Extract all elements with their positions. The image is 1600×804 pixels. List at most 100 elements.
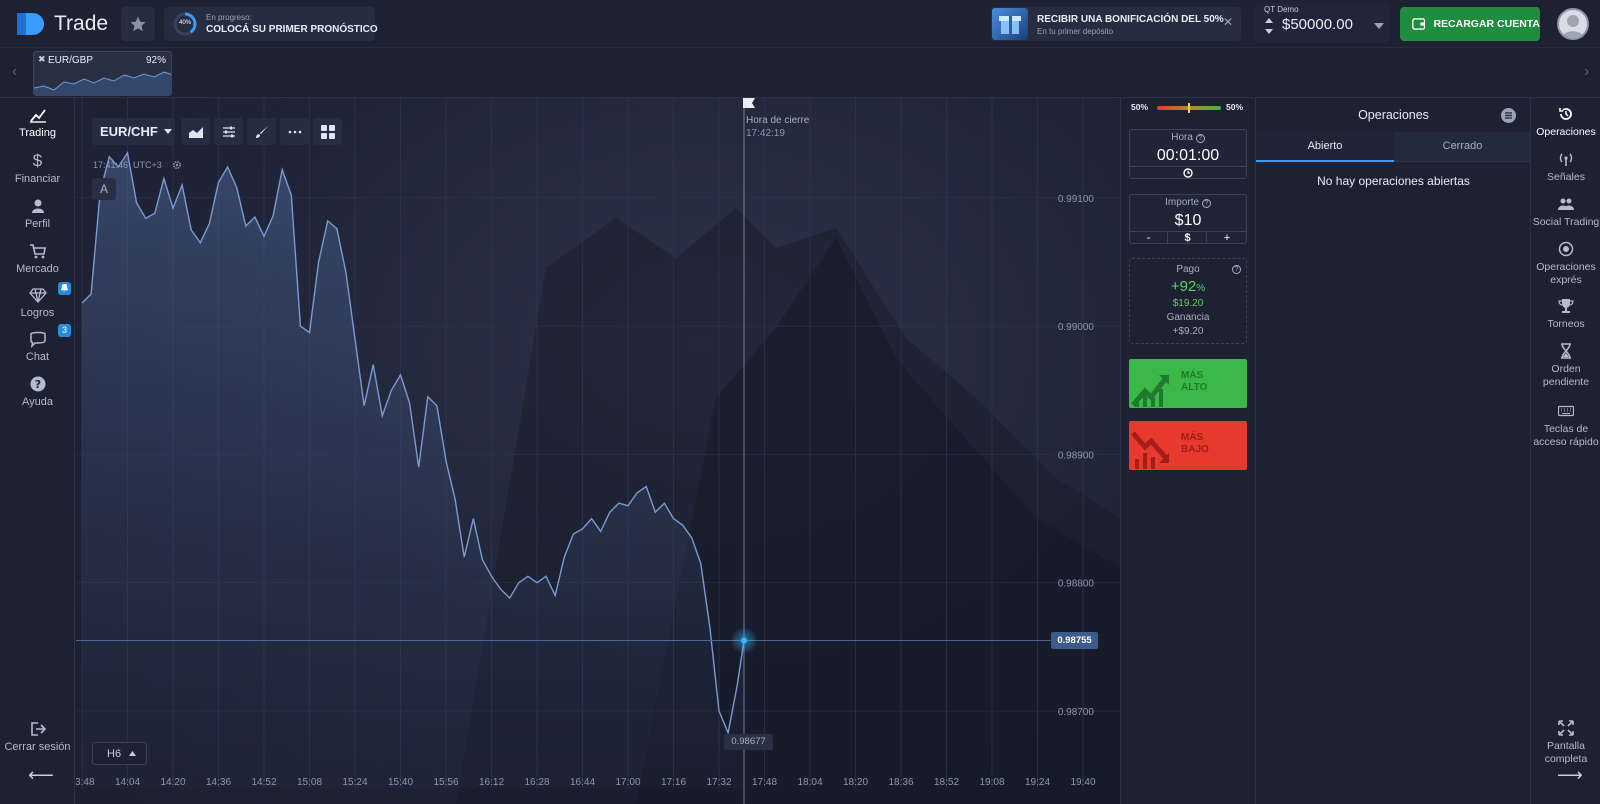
account-type: QT Demo	[1264, 5, 1299, 14]
currency-button[interactable]: $	[1169, 232, 1207, 244]
tab-closed-label: Cerrado	[1442, 140, 1483, 152]
tab-closed[interactable]: Cerrado	[1394, 132, 1531, 162]
indicator-badge[interactable]: A	[92, 178, 116, 200]
amount-box[interactable]: Importe ? $10 - $ +	[1129, 194, 1247, 244]
chat-count-badge: 3	[58, 324, 71, 337]
user-icon	[31, 199, 44, 213]
list-menu-icon[interactable]	[1501, 108, 1516, 123]
rnav-senales[interactable]: Señales	[1531, 151, 1600, 184]
x-tick-label: 15:56	[433, 777, 458, 788]
expiry-time-box[interactable]: Hora ? 00:01:00	[1129, 129, 1247, 179]
info-icon: ?	[1195, 134, 1205, 143]
higher-button[interactable]: MÁS ALTO	[1129, 359, 1247, 408]
time-divider	[1130, 166, 1246, 167]
signal-icon	[1559, 153, 1573, 166]
nav-ayuda[interactable]: ? Ayuda	[0, 375, 75, 408]
minus-label: -	[1146, 232, 1151, 244]
layout-button[interactable]	[313, 118, 342, 145]
amount-value[interactable]: $10	[1130, 212, 1246, 230]
close-icon[interactable]: ✕	[1223, 15, 1233, 29]
nav-logros[interactable]: Logros	[0, 282, 75, 319]
rnav-orden-pendiente-label: Orden pendiente	[1542, 363, 1590, 388]
lower-button[interactable]: MÁS BAJO	[1129, 421, 1247, 470]
right-nav: Operaciones Señales Social Trading Opera…	[1530, 98, 1600, 804]
pair-selector[interactable]: EUR/CHF	[92, 118, 175, 145]
chart-time-info: 17:41:46 UTC+3	[93, 160, 162, 170]
avatar[interactable]	[1557, 8, 1589, 40]
expiry-time-heading: Hora ?	[1130, 132, 1246, 143]
scroll-right-arrow[interactable]: ›	[1584, 63, 1589, 81]
x-tick-label: 14:20	[160, 777, 185, 788]
price-chart[interactable]: 0.99100 0.99000 0.98900 0.98800 0.98700 13:4…	[76, 98, 1120, 804]
amount-minus-button[interactable]: -	[1130, 232, 1168, 244]
logo-icon	[17, 13, 44, 35]
amount-plus-button[interactable]: +	[1208, 232, 1246, 244]
rnav-social-trading[interactable]: Social Trading	[1531, 196, 1600, 229]
tab-open[interactable]: Abierto	[1256, 132, 1394, 162]
x-tick-label: 19:40	[1070, 777, 1095, 788]
chart-area[interactable]: 0.99100 0.99000 0.98900 0.98800 0.98700 13:4…	[76, 98, 1120, 804]
indicators-button[interactable]	[214, 118, 243, 145]
rnav-hotkeys[interactable]: Teclas de acceso rápido	[1531, 403, 1600, 449]
chart-line-icon	[29, 109, 46, 123]
progress-banner[interactable]: 40% En progreso: COLOCÁ SU PRIMER PRONÓS…	[164, 7, 378, 41]
gift-icon	[992, 8, 1028, 40]
nav-financiar[interactable]: $ Financiar	[0, 152, 75, 186]
x-tick-label: 14:04	[115, 777, 140, 788]
currency-label: $	[1184, 232, 1191, 244]
reload-account-button[interactable]: RECARGAR CUENTA	[1400, 7, 1540, 41]
amount-heading: Importe ?	[1130, 197, 1246, 208]
logo[interactable]: Trade	[16, 11, 108, 37]
rnav-operaciones-expres-label: Operaciones exprés	[1536, 261, 1596, 286]
logout-button[interactable]: Cerrar sesión	[0, 720, 75, 753]
x-tick-label: 18:04	[797, 777, 822, 788]
logros-notification-badge	[58, 282, 71, 295]
x-tick-label: 13:48	[76, 777, 95, 788]
x-tick-label: 16:28	[524, 777, 549, 788]
account-selector[interactable]: QT Demo $50000.00	[1254, 3, 1390, 43]
pair-chevron-icon	[163, 129, 172, 134]
more-button[interactable]	[280, 118, 309, 145]
rnav-orden-pendiente[interactable]: Orden pendiente	[1531, 343, 1600, 389]
expiry-time-value[interactable]: 00:01:00	[1130, 147, 1246, 165]
x-tick-label: 18:52	[934, 777, 959, 788]
empty-operations-message: No hay operaciones abiertas	[1317, 174, 1470, 188]
scroll-left-arrow[interactable]: ‹	[12, 63, 17, 81]
close-tab-icon[interactable]: ✖	[38, 54, 46, 65]
clock-icon[interactable]	[1183, 168, 1193, 178]
rnav-social-trading-label: Social Trading	[1532, 216, 1600, 228]
operations-title: Operaciones	[1358, 108, 1429, 122]
nav-perfil[interactable]: Perfil	[0, 197, 75, 230]
users-icon	[1558, 198, 1574, 210]
nav-trading[interactable]: Trading	[0, 106, 75, 139]
account-balance: $50000.00	[1282, 16, 1353, 33]
nav-financiar-label: Financiar	[14, 173, 61, 185]
rnav-torneos-label: Torneos	[1547, 318, 1585, 330]
expand-right-arrow[interactable]: ⟶	[1557, 765, 1583, 786]
settings-gear-icon[interactable]	[172, 160, 182, 170]
x-tick-label: 16:12	[479, 777, 504, 788]
chart-type-button[interactable]	[181, 118, 210, 145]
profit-label: Ganancia	[1166, 312, 1210, 323]
rnav-hotkeys-label: Teclas de acceso rápido	[1533, 423, 1599, 448]
nav-mercado[interactable]: Mercado	[0, 242, 75, 275]
higher-label: MÁS ALTO	[1181, 370, 1207, 394]
x-axis: 13:48 14:04 14:20 14:36 14:52 15:08 15:24 15:40…	[76, 777, 1096, 788]
expiry-time-label: Hora	[1171, 132, 1193, 143]
rnav-operaciones-expres[interactable]: Operaciones exprés	[1531, 241, 1600, 287]
plus-label: +	[1223, 232, 1231, 244]
timeframe-selector[interactable]: H6	[92, 742, 147, 765]
payout-info-icon[interactable]: ?	[1232, 265, 1241, 274]
progress-status: En progreso:	[206, 13, 252, 22]
bonus-banner[interactable]: RECIBIR UNA BONIFICACIÓN DEL 50% En tu p…	[991, 7, 1241, 41]
favorites-button[interactable]	[121, 7, 155, 41]
drawing-button[interactable]	[247, 118, 276, 145]
asset-tab[interactable]: ✖ EUR/GBP 92%	[33, 51, 172, 96]
rnav-torneos[interactable]: Torneos	[1531, 298, 1600, 331]
fullscreen-button[interactable]: Pantalla completa	[1531, 720, 1600, 766]
lower-label-line2: BAJO	[1181, 444, 1209, 455]
collapse-left-arrow[interactable]: ⟵	[28, 765, 54, 786]
balance-arrows-icon	[1265, 18, 1273, 34]
rnav-operaciones[interactable]: Operaciones	[1531, 106, 1600, 139]
nav-chat[interactable]: Chat 3	[0, 324, 75, 363]
